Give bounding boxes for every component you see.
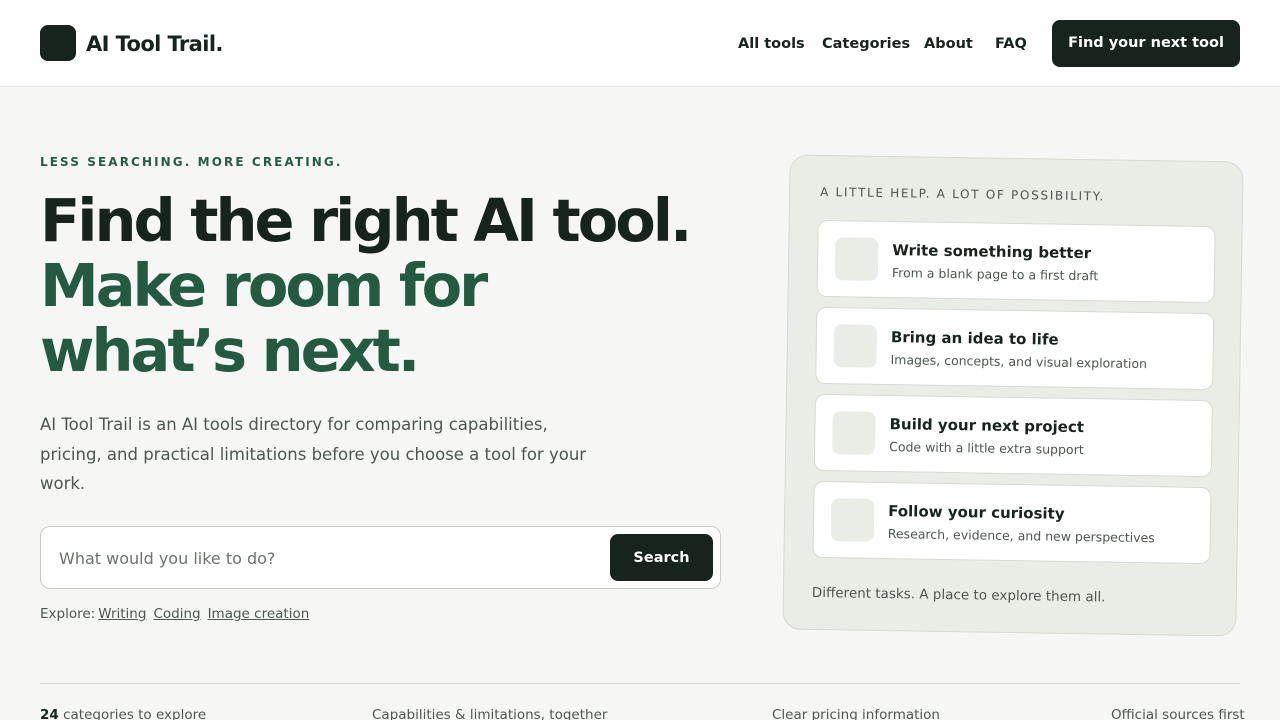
explore-label: Explore: xyxy=(40,606,96,622)
nav-about[interactable]: About xyxy=(924,34,973,54)
task-card-build[interactable]: Build your next project Code with a litt… xyxy=(813,393,1213,478)
explore-link-writing[interactable]: Writing xyxy=(98,606,146,622)
nav-categories[interactable]: Categories xyxy=(822,34,910,54)
stat-pricing: Clear pricing information xyxy=(772,707,940,720)
explore-link-coding[interactable]: Coding xyxy=(153,606,200,622)
categories-count: 24 xyxy=(40,707,59,720)
compass-icon xyxy=(830,498,875,542)
hero-kicker: LESS SEARCHING. MORE CREATING. xyxy=(40,155,343,169)
hero-headline: Find the right AI tool. Make room for wh… xyxy=(40,188,740,383)
task-title: Write something better xyxy=(892,241,1092,263)
task-title: Build your next project xyxy=(889,415,1085,437)
task-subtitle: From a blank page to a first draft xyxy=(891,265,1099,284)
help-card-kicker: A LITTLE HELP. A LOT OF POSSIBILITY. xyxy=(820,184,1106,204)
stat-sources: Official sources first xyxy=(1111,707,1245,720)
stat-capabilities: Capabilities & limitations, together xyxy=(372,707,608,720)
task-card-write[interactable]: Write something better From a blank page… xyxy=(816,219,1216,304)
task-title: Follow your curiosity xyxy=(888,502,1065,523)
task-card-curiosity[interactable]: Follow your curiosity Research, evidence… xyxy=(812,480,1212,565)
find-next-tool-button[interactable]: Find your next tool xyxy=(1052,20,1240,67)
help-card-footer: Different tasks. A place to explore them… xyxy=(811,584,1106,606)
task-subtitle: Images, concepts, and visual exploration xyxy=(890,352,1148,372)
explore-links: Explore: Writing Coding Image creation xyxy=(40,605,309,623)
search-button[interactable]: Search xyxy=(610,534,713,581)
nav-all-tools[interactable]: All tools xyxy=(738,34,805,54)
task-card-idea[interactable]: Bring an idea to life Images, concepts, … xyxy=(815,306,1215,391)
stats-divider xyxy=(40,683,1240,684)
stat-categories: 24 categories to explore xyxy=(40,706,206,720)
hero-description: AI Tool Trail is an AI tools directory f… xyxy=(40,415,587,493)
search-input[interactable] xyxy=(59,541,599,575)
headline-line-2: Make room for xyxy=(40,251,488,320)
pencil-icon xyxy=(834,237,879,281)
nav-faq[interactable]: FAQ xyxy=(995,34,1027,54)
image-icon xyxy=(833,324,878,368)
task-title: Bring an idea to life xyxy=(890,328,1059,349)
site-header: AI Tool Trail. All tools Categories Abou… xyxy=(0,0,1280,87)
code-icon xyxy=(832,411,876,455)
categories-label: categories to explore xyxy=(58,707,207,720)
task-subtitle: Research, evidence, and new perspectives xyxy=(887,526,1155,546)
headline-line-1: Find the right AI tool. xyxy=(40,186,692,255)
search-bar: Search xyxy=(40,526,721,589)
help-card: A LITTLE HELP. A LOT OF POSSIBILITY. Wri… xyxy=(782,154,1244,637)
headline-line-3: what’s next. xyxy=(40,316,420,385)
explore-link-image-creation[interactable]: Image creation xyxy=(208,606,310,622)
task-subtitle: Code with a little extra support xyxy=(889,439,1084,458)
